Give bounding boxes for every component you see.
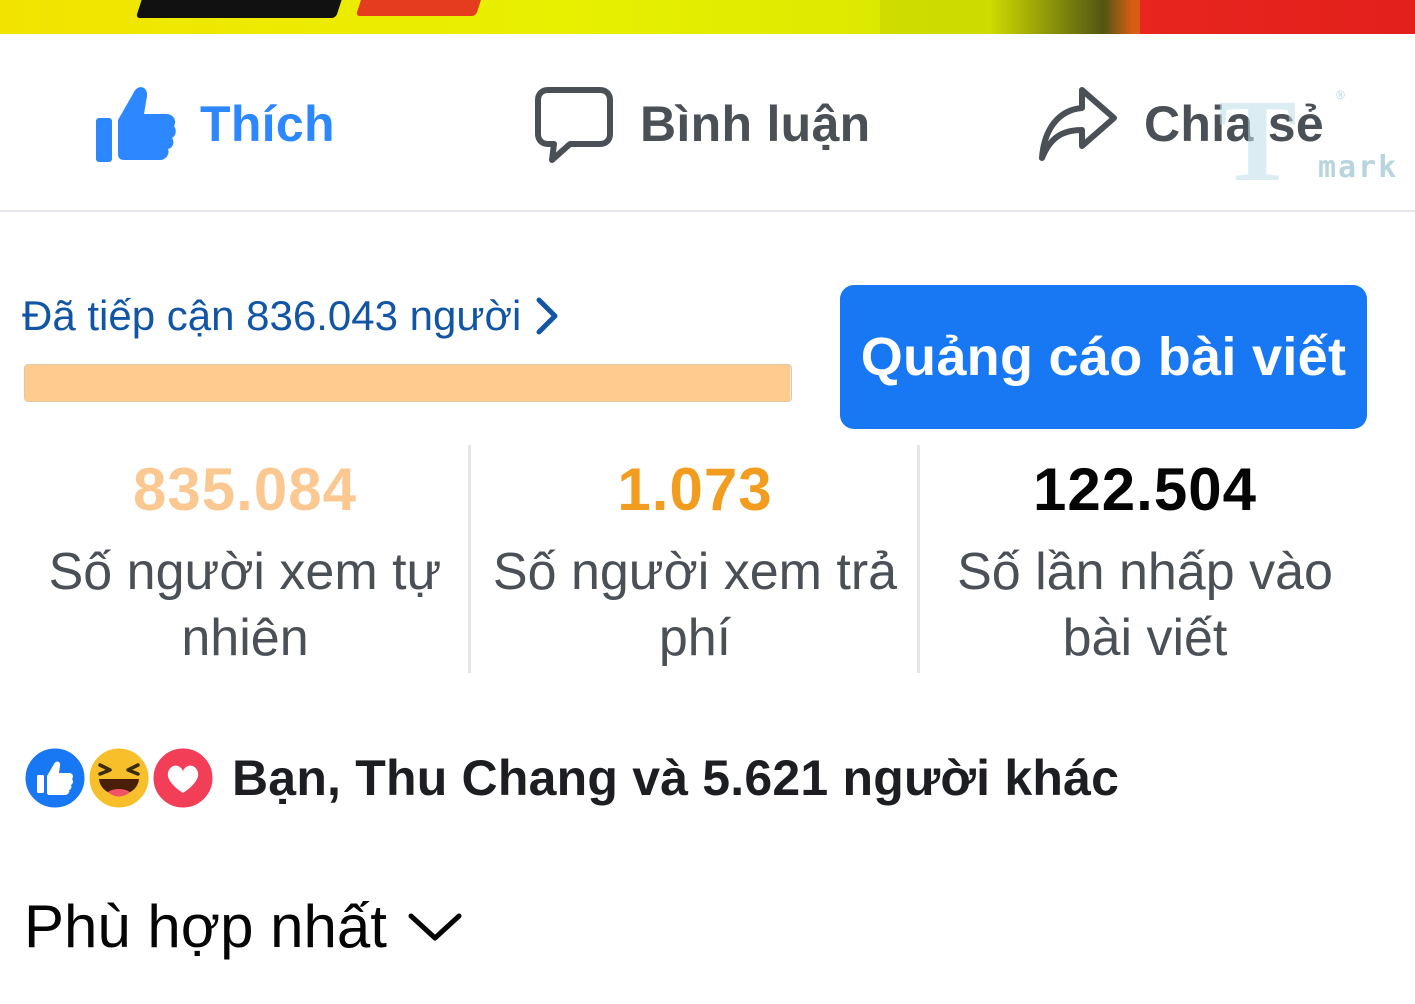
- stat-value: 122.504: [1033, 456, 1257, 523]
- watermark-letter: T: [1218, 75, 1297, 206]
- banner-graphic: [880, 0, 1140, 34]
- post-image-bottom[interactable]: [0, 0, 1415, 34]
- comment-bubble-icon: [535, 87, 613, 163]
- reach-label: Đã tiếp cận 836.043 người: [22, 292, 522, 339]
- like-label: Thích: [200, 96, 335, 152]
- stat-label: Số người xem tự nhiên: [48, 543, 442, 667]
- share-arrow-icon: [1039, 87, 1117, 161]
- chevron-right-icon: [536, 297, 558, 335]
- paid-viewers-stat[interactable]: 1.073 Số người xem trả phí: [470, 445, 920, 671]
- reach-progress-bar: [24, 364, 792, 402]
- love-icon: [150, 745, 216, 811]
- reaction-icons: [22, 745, 218, 811]
- thumbs-up-icon: [96, 87, 176, 162]
- watermark-logo: T ® mark: [1214, 82, 1396, 200]
- banner-graphic: [355, 0, 485, 16]
- reach-link[interactable]: Đã tiếp cận 836.043 người: [22, 292, 559, 340]
- reactions-text: Bạn, Thu Chang và 5.621 người khác: [232, 750, 1120, 806]
- stat-value: 1.073: [617, 456, 773, 523]
- sort-label: Phù hợp nhất: [24, 893, 387, 960]
- stat-value: 835.084: [133, 456, 357, 523]
- promote-post-button[interactable]: Quảng cáo bài viết: [840, 285, 1367, 429]
- reactions-summary[interactable]: Bạn, Thu Chang và 5.621 người khác: [22, 745, 1119, 811]
- action-bar: Thích Bình luận Chia sẻ T ® mark: [0, 34, 1415, 212]
- watermark-text: mark: [1318, 150, 1399, 185]
- comment-sort-dropdown[interactable]: Phù hợp nhất: [24, 892, 463, 961]
- reach-progress-fill: [25, 365, 791, 401]
- like-icon: [22, 745, 88, 811]
- like-button[interactable]: Thích: [94, 82, 335, 166]
- stats-panel: 835.084 Số người xem tự nhiên 1.073 Số n…: [20, 445, 1400, 673]
- banner-graphic: [135, 0, 345, 18]
- chevron-down-icon: [408, 913, 462, 940]
- comment-button[interactable]: Bình luận: [534, 82, 870, 166]
- post-footer: Thích Bình luận Chia sẻ T ® mark Đã tiếp…: [0, 0, 1415, 1004]
- registered-mark: ®: [1336, 88, 1345, 102]
- organic-viewers-stat[interactable]: 835.084 Số người xem tự nhiên: [20, 445, 470, 671]
- stat-label: Số lần nhấp vào bài viết: [957, 543, 1333, 667]
- haha-icon: [86, 745, 152, 811]
- comment-label: Bình luận: [640, 96, 871, 152]
- post-clicks-stat[interactable]: 122.504 Số lần nhấp vào bài viết: [920, 445, 1370, 671]
- stat-label: Số người xem trả phí: [492, 543, 898, 667]
